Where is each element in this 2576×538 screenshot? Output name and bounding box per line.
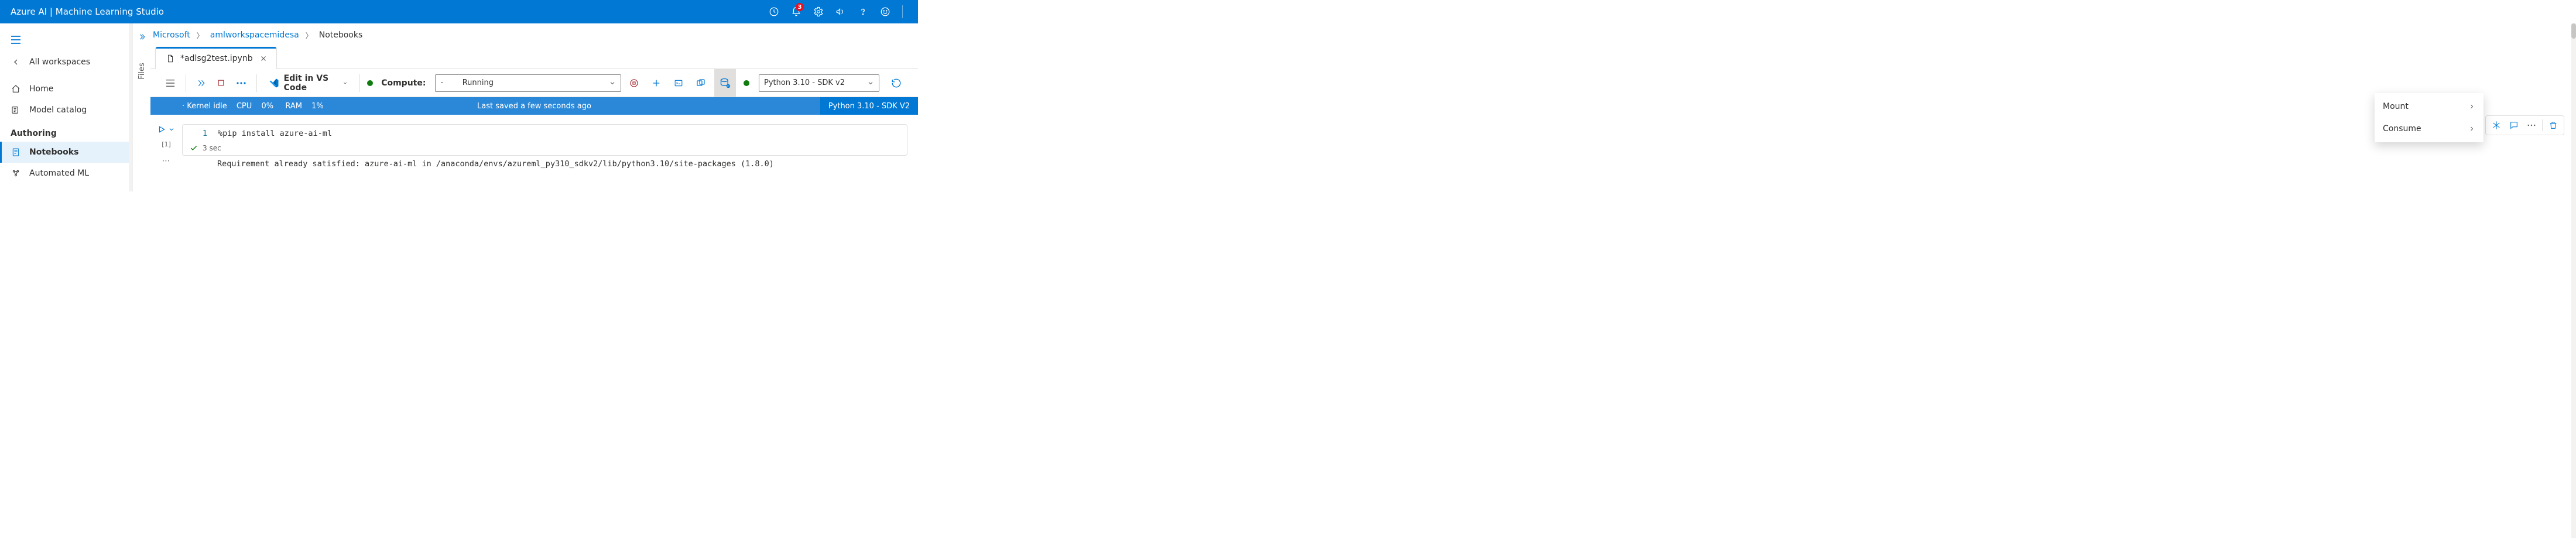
file-icon	[166, 54, 174, 63]
data-actions-menu: Mount Consume	[2375, 93, 2483, 142]
menu-item-mount[interactable]: Mount	[2375, 95, 2483, 118]
compute-state: Running	[463, 78, 494, 87]
kernel-status-dot	[744, 80, 749, 86]
help-icon[interactable]	[853, 0, 873, 23]
close-tab-icon[interactable]	[259, 54, 268, 63]
stop-icon[interactable]	[213, 75, 229, 91]
menu-item-consume[interactable]: Consume	[2375, 118, 2483, 140]
ram-value: 1%	[311, 102, 324, 111]
menu-icon[interactable]	[162, 75, 179, 91]
edit-vscode-label: Edit in VS Code	[284, 74, 338, 92]
breadcrumb: Microsoft 〉 amlworkspacemidesa 〉 Noteboo…	[150, 23, 918, 47]
stop-compute-icon[interactable]	[625, 74, 643, 92]
notifications-icon[interactable]: 3	[786, 0, 806, 23]
nav-toggle-button[interactable]	[0, 28, 132, 52]
kernel-status: · Kernel idle	[182, 102, 227, 111]
status-kernel-right[interactable]: Python 3.10 - SDK V2	[820, 97, 918, 115]
nav-automated-ml-label: Automated ML	[29, 169, 89, 178]
code-text: %pip install azure-ai-ml	[218, 129, 332, 138]
cell-more-icon[interactable]	[2523, 117, 2540, 133]
expand-files-button[interactable]	[133, 27, 150, 47]
kernel-name: Python 3.10 - SDK v2	[764, 78, 845, 87]
data-actions-button[interactable]	[714, 69, 736, 97]
recent-icon[interactable]	[764, 0, 784, 23]
ram-label: RAM	[285, 102, 302, 111]
nav-notebooks-label: Notebooks	[29, 148, 78, 157]
breadcrumb-org[interactable]: Microsoft	[153, 30, 190, 40]
nav-home-label: Home	[29, 84, 53, 94]
nav-home[interactable]: Home	[0, 78, 132, 100]
all-workspaces-label: All workspaces	[29, 57, 90, 67]
refresh-kernel-icon[interactable]	[886, 74, 906, 92]
comment-icon[interactable]	[2506, 117, 2522, 133]
all-workspaces-link[interactable]: All workspaces	[0, 52, 132, 73]
edit-vscode-button[interactable]: Edit in VS Code	[264, 74, 353, 92]
nav-automated-ml[interactable]: Automated ML	[0, 163, 132, 184]
output-menu-icon[interactable]: ⋯	[162, 156, 171, 166]
snowflake-icon[interactable]	[2488, 117, 2505, 133]
product-brand: Azure AI | Machine Learning Studio	[11, 6, 164, 17]
top-separator	[902, 5, 903, 18]
breadcrumb-page: Notebooks	[319, 30, 363, 40]
nav-model-catalog-label: Model catalog	[29, 105, 87, 115]
run-all-icon[interactable]	[193, 75, 210, 91]
vscode-icon	[269, 78, 279, 88]
line-number: 1	[183, 129, 218, 138]
right-scrollbar[interactable]	[2571, 23, 2576, 538]
files-panel-label: Files	[138, 63, 146, 80]
kernel-select[interactable]: Python 3.10 - SDK v2	[759, 74, 879, 92]
cell-duration: 3 sec	[203, 144, 221, 152]
nav-model-catalog[interactable]: Model catalog	[0, 100, 132, 121]
menu-item-consume-label: Consume	[2383, 124, 2421, 133]
delete-cell-icon[interactable]	[2545, 117, 2561, 133]
nav-notebooks[interactable]: Notebooks	[0, 142, 132, 163]
code-cell[interactable]: 1 %pip install azure-ai-ml 3 sec	[182, 124, 907, 156]
last-saved: Last saved a few seconds ago	[477, 102, 591, 111]
cpu-label: CPU	[237, 102, 252, 111]
notification-badge: 3	[796, 3, 804, 11]
announce-icon[interactable]	[831, 0, 851, 23]
app-link-icon[interactable]	[691, 74, 710, 92]
feedback-smile-icon[interactable]	[875, 0, 895, 23]
add-compute-icon[interactable]	[647, 74, 666, 92]
breadcrumb-workspace[interactable]: amlworkspacemidesa	[210, 30, 299, 40]
run-cell-icon[interactable]	[157, 125, 166, 133]
menu-item-mount-label: Mount	[2383, 102, 2409, 111]
compute-select[interactable]: - Running	[435, 74, 621, 92]
run-cell-menu-icon[interactable]	[168, 125, 175, 133]
cell-output: Requirement already satisfied: azure-ai-…	[182, 156, 907, 169]
file-tab[interactable]: *adlsg2test.ipynb	[155, 47, 277, 69]
file-tab-name: *adlsg2test.ipynb	[180, 54, 253, 63]
compute-hyphen: -	[440, 78, 443, 87]
cpu-value: 0%	[261, 102, 273, 111]
more-actions-icon[interactable]	[233, 75, 249, 91]
settings-gear-icon[interactable]	[809, 0, 828, 23]
compute-label: Compute:	[381, 78, 426, 88]
nav-section-authoring: Authoring	[0, 121, 132, 142]
execution-count: [1]	[162, 141, 171, 148]
compute-status-dot	[367, 80, 373, 86]
cell-action-toolbar	[2485, 115, 2564, 135]
terminal-icon[interactable]	[669, 74, 688, 92]
